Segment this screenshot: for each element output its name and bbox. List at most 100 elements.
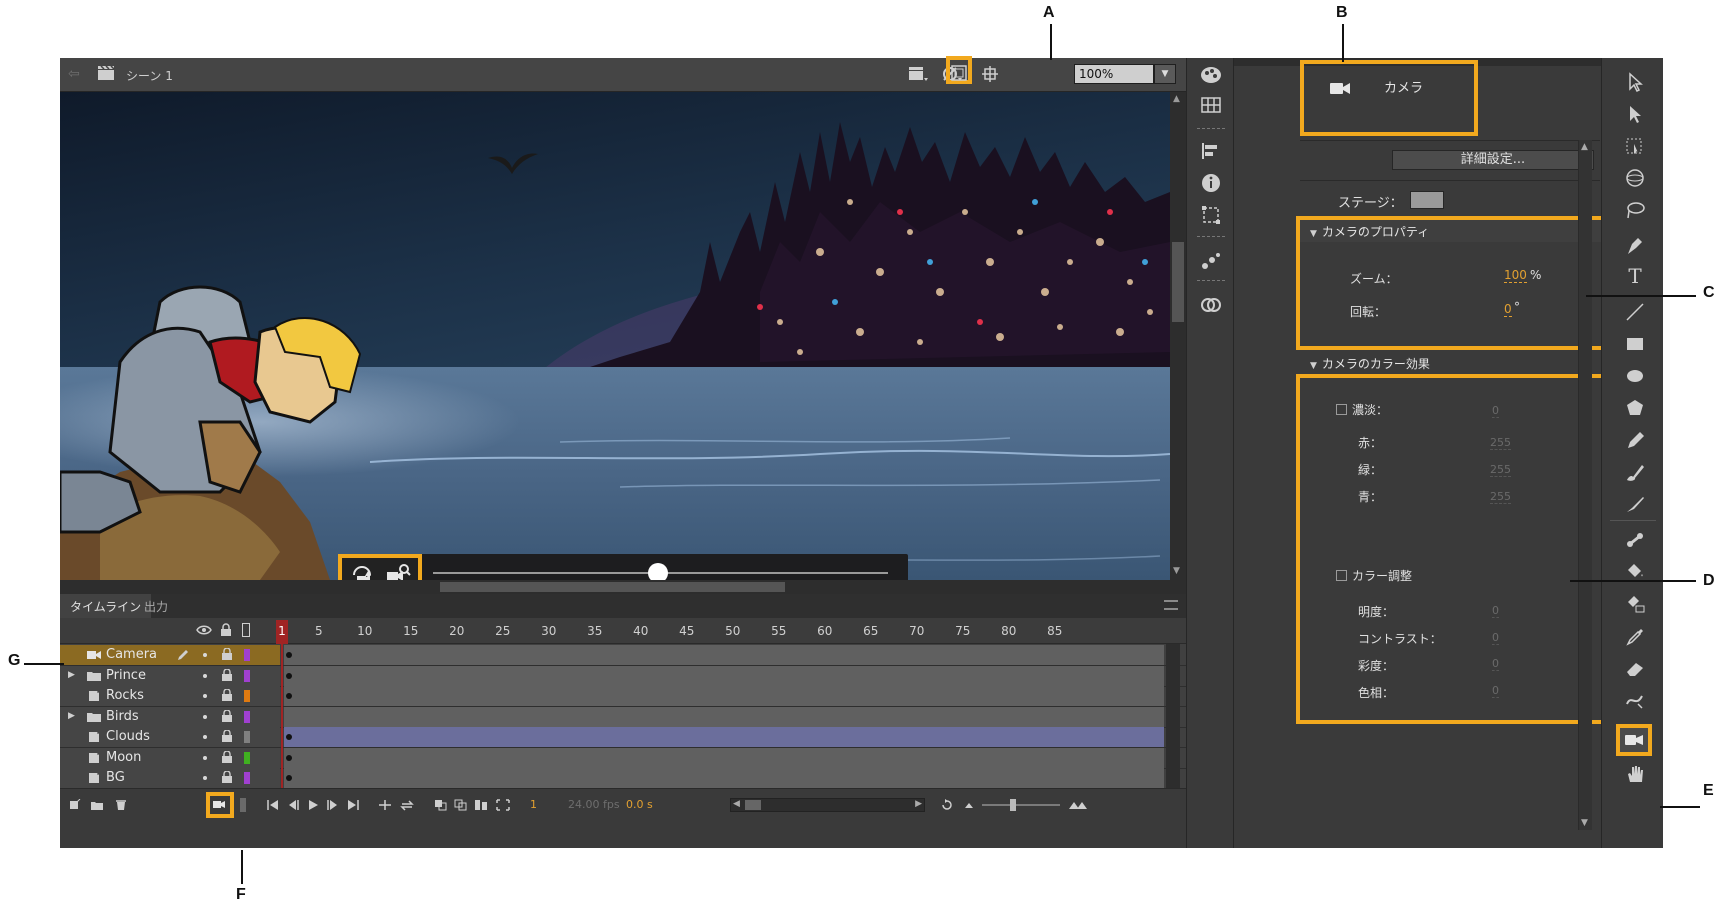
bone-tool-icon[interactable] (1624, 530, 1646, 550)
loop-back-icon[interactable] (940, 799, 954, 811)
layer-name-cell[interactable]: ▶ Birds (60, 706, 280, 727)
visibility-dot[interactable] (203, 694, 207, 698)
elapsed-time-value[interactable]: 0.0 s (626, 798, 653, 811)
center-stage-icon[interactable] (978, 64, 1002, 84)
delete-trash-icon[interactable] (114, 799, 128, 811)
layer-row[interactable]: BG (60, 768, 1186, 789)
ruler-tick[interactable]: 30 (534, 624, 564, 638)
layer-name[interactable]: Birds (106, 709, 139, 724)
scroll-right-icon[interactable]: ▶ (915, 799, 922, 809)
hue-value[interactable]: 0 (1492, 684, 1499, 698)
color-adjust-checkbox[interactable] (1336, 570, 1347, 581)
color-palette-icon[interactable] (1199, 64, 1223, 86)
pencil-icon[interactable] (176, 648, 190, 662)
layer-color-swatch[interactable] (244, 649, 250, 661)
show-hide-eye-icon[interactable] (196, 624, 212, 636)
motion-presets-icon[interactable] (1199, 250, 1223, 272)
layer-name-cell[interactable]: ▶ Prince (60, 665, 280, 686)
keyframe-dot[interactable] (286, 652, 292, 658)
outline-all-icon[interactable] (242, 623, 250, 637)
layer-frames[interactable] (284, 706, 1164, 727)
oval-tool-icon[interactable] (1624, 366, 1646, 386)
lock-icon[interactable] (222, 689, 232, 701)
onion-skin-icon[interactable] (434, 799, 448, 811)
layer-row[interactable]: Moon (60, 747, 1186, 769)
ruler-tick[interactable]: 5 (304, 624, 334, 638)
layer-frames[interactable] (284, 665, 1164, 686)
loop-icon[interactable] (378, 799, 392, 811)
new-layer-icon[interactable] (68, 799, 82, 811)
pen-tool-icon[interactable] (1624, 236, 1646, 256)
scroll-up-icon[interactable]: ▲ (1173, 94, 1180, 104)
layer-color-swatch[interactable] (244, 710, 250, 723)
layer-color-swatch[interactable] (244, 751, 250, 764)
lock-icon[interactable] (222, 668, 232, 681)
stage-vertical-scrollbar[interactable]: ▲ ▼ (1170, 92, 1186, 580)
ruler-tick[interactable]: 55 (764, 624, 794, 638)
layer-name-cell[interactable]: Rocks (60, 686, 280, 706)
step-back-icon[interactable] (286, 799, 300, 811)
scroll-left-icon[interactable]: ◀ (733, 799, 740, 809)
rotation-value[interactable]: 0 (1504, 302, 1512, 317)
saturation-value[interactable]: 0 (1492, 657, 1499, 671)
layer-row[interactable]: ▶ Prince (60, 665, 1186, 687)
ruler-tick[interactable]: 50 (718, 624, 748, 638)
advanced-settings-button[interactable]: 詳細設定... (1392, 150, 1594, 170)
frame-rate-value[interactable]: 24.00 fps (568, 798, 620, 811)
layer-name[interactable]: Moon (106, 750, 141, 765)
keyframe-dot[interactable] (286, 672, 292, 679)
frame-zoom-knob[interactable] (1010, 799, 1016, 811)
layer-name[interactable]: BG (106, 770, 125, 785)
layer-name-cell[interactable]: BG (60, 768, 280, 788)
free-transform-tool-icon[interactable] (1624, 136, 1646, 156)
visibility-dot[interactable] (203, 653, 207, 657)
keyframe-dot[interactable] (286, 693, 292, 699)
layer-name[interactable]: Rocks (106, 688, 144, 703)
lock-all-icon[interactable] (220, 623, 232, 637)
ruler-tick[interactable]: 25 (488, 624, 518, 638)
ruler-tick[interactable]: 40 (626, 624, 656, 638)
visibility-dot[interactable] (203, 673, 207, 678)
stage-hscroll-thumb[interactable] (440, 582, 785, 592)
layer-name[interactable]: Clouds (106, 729, 150, 744)
layer-row[interactable]: Camera (60, 645, 1186, 666)
layer-name-cell[interactable]: Camera (60, 645, 280, 665)
modify-markers-icon[interactable] (496, 799, 510, 811)
layer-row[interactable]: ▶ Birds (60, 706, 1186, 728)
lock-icon[interactable] (222, 750, 232, 763)
playhead-line[interactable] (281, 644, 283, 788)
layer-frames[interactable] (284, 768, 1164, 788)
step-forward-icon[interactable] (326, 799, 340, 811)
ruler-tick[interactable]: 10 (350, 624, 380, 638)
ruler-tick[interactable]: 45 (672, 624, 702, 638)
ruler-tick[interactable]: 75 (948, 624, 978, 638)
first-frame-icon[interactable] (266, 799, 280, 811)
visibility-dot[interactable] (203, 755, 207, 760)
ruler-tick[interactable]: 80 (994, 624, 1024, 638)
3d-rotation-tool-icon[interactable] (1624, 168, 1646, 188)
zoom-in-frames-icon[interactable] (1068, 799, 1088, 811)
brightness-value[interactable]: 0 (1492, 604, 1499, 618)
keyframe-dot[interactable] (286, 734, 292, 740)
expand-triangle-icon[interactable]: ▶ (68, 670, 75, 680)
ruler-tick[interactable]: 70 (902, 624, 932, 638)
stage-canvas[interactable] (60, 92, 1170, 580)
camera-zoom-icon[interactable] (384, 563, 412, 580)
keyframe-dot[interactable] (286, 754, 292, 761)
eyedropper-tool-icon[interactable] (1624, 626, 1646, 646)
brush-tool-icon[interactable] (1624, 494, 1646, 514)
info-icon[interactable] (1199, 172, 1223, 194)
visibility-dot[interactable] (203, 776, 207, 780)
swatches-grid-icon[interactable] (1199, 94, 1223, 116)
timeline-horizontal-scrollbar[interactable]: ◀ ▶ (730, 798, 925, 812)
ruler-tick[interactable]: 85 (1040, 624, 1070, 638)
edit-multiple-frames-icon[interactable] (474, 799, 488, 811)
scroll-up-icon[interactable]: ▲ (1581, 142, 1588, 152)
visibility-dot[interactable] (203, 714, 207, 719)
layer-frames[interactable] (284, 645, 1164, 665)
zoom-dropdown-chevron-icon[interactable]: ▼ (1154, 64, 1176, 84)
dock-grip-3[interactable] (1197, 280, 1225, 282)
zoom-out-frames-icon[interactable] (962, 799, 976, 811)
red-value[interactable]: 255 (1490, 436, 1511, 450)
text-tool-icon[interactable]: T (1624, 264, 1646, 288)
